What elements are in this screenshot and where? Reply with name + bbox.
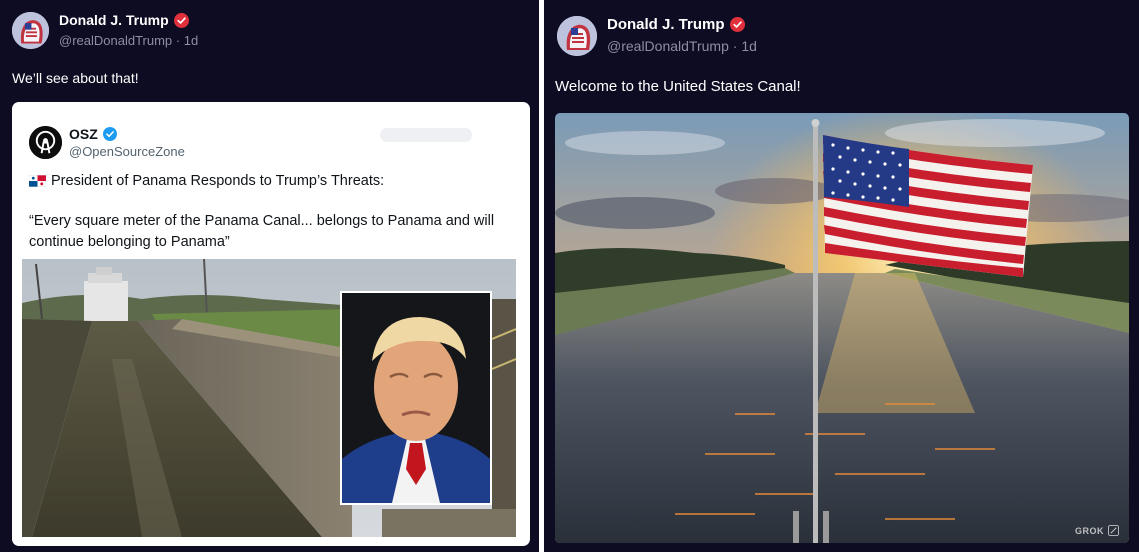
display-name[interactable]: Donald J. Trump <box>59 12 169 28</box>
avatar[interactable] <box>557 16 597 56</box>
quoted-statement: “Every square meter of the Panama Canal.… <box>29 213 495 250</box>
quoted-display-name[interactable]: OSZ <box>69 126 98 142</box>
quoted-handle[interactable]: @OpenSourceZone <box>69 144 185 159</box>
post-age[interactable]: 1d <box>741 38 757 54</box>
quoted-post-card[interactable]: OSZ @OpenSourceZone President of Panama … <box>12 102 530 546</box>
handle[interactable]: @realDonaldTrump <box>59 33 172 48</box>
separator-dot: · <box>732 38 738 54</box>
post-age[interactable]: 1d <box>184 33 198 48</box>
handle[interactable]: @realDonaldTrump <box>607 38 729 54</box>
grok-logo-icon <box>1108 525 1119 536</box>
post-header: Donald J. Trump @realDonaldTrump · 1d <box>557 16 757 56</box>
canal-sunset-flag-image[interactable]: GROK <box>555 113 1129 543</box>
post-left: Donald J. Trump @realDonaldTrump · 1d We… <box>0 0 539 552</box>
verified-badge-icon <box>102 127 117 141</box>
post-text: Welcome to the United States Canal! <box>555 78 801 95</box>
quoted-headline: President of Panama Responds to Trump’s … <box>51 173 385 189</box>
post-header: Donald J. Trump @realDonaldTrump · 1d <box>12 12 198 49</box>
post-text: We’ll see about that! <box>12 70 139 86</box>
handle-row: @realDonaldTrump · 1d <box>607 38 757 54</box>
verified-badge-icon <box>729 17 745 32</box>
quoted-avatar[interactable] <box>29 126 62 159</box>
blurred-region <box>380 128 472 142</box>
panama-flag-icon <box>29 175 46 187</box>
post-right: Donald J. Trump @realDonaldTrump · 1d We… <box>544 0 1139 552</box>
handle-row: @realDonaldTrump · 1d <box>59 33 198 48</box>
verified-badge-icon <box>173 12 189 28</box>
grok-watermark-label: GROK <box>1075 525 1104 536</box>
grok-watermark: GROK <box>1075 525 1119 536</box>
display-name[interactable]: Donald J. Trump <box>607 16 725 33</box>
canal-photo-image[interactable] <box>22 259 516 537</box>
separator-dot: · <box>175 33 181 48</box>
avatar[interactable] <box>12 12 49 49</box>
